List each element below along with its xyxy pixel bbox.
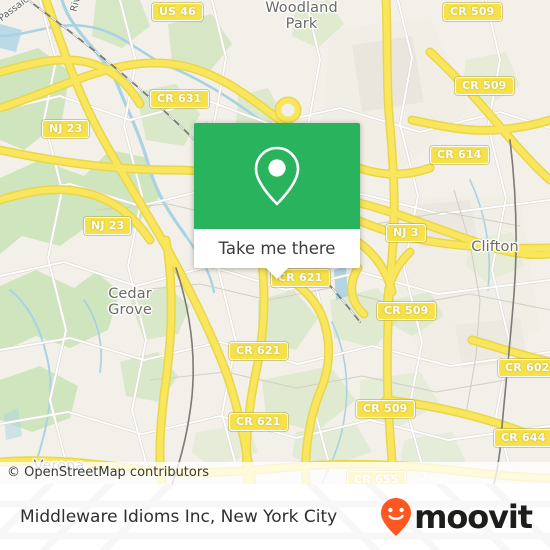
route-shield-cr-509: CR 509 xyxy=(443,3,502,21)
route-shield-cr-621: CR 621 xyxy=(229,342,288,360)
map-screenshot-root: .wtr { fill:#a9d3e4; } .wtrl { stroke:#a… xyxy=(0,0,550,550)
route-shield-us-46: US 46 xyxy=(152,3,203,21)
route-shield-nj-23: NJ 23 xyxy=(84,217,132,235)
footer-bar: Middleware Idioms Inc, New York City moo… xyxy=(0,484,550,550)
map-pin-icon xyxy=(254,146,300,206)
route-shield-cr-614: CR 614 xyxy=(430,146,489,164)
take-me-there-button[interactable]: Take me there xyxy=(194,229,360,268)
route-shield-nj-3: NJ 3 xyxy=(386,224,426,242)
route-shield-cr-631: CR 631 xyxy=(150,90,209,108)
map-attribution: © OpenStreetMap contributors xyxy=(0,462,550,484)
route-shield-nj-23: NJ 23 xyxy=(42,120,90,138)
take-me-there-label: Take me there xyxy=(218,239,336,258)
location-callout[interactable]: Take me there xyxy=(194,123,360,279)
route-shield-cr-509: CR 509 xyxy=(356,400,415,418)
route-shield-cr-509: CR 509 xyxy=(377,302,436,320)
route-shield-cr-621: CR 621 xyxy=(229,413,288,431)
moovit-wordmark: moovit xyxy=(414,498,533,536)
route-shield-cr-602: CR 602 xyxy=(498,359,550,377)
route-shield-cr-509: CR 509 xyxy=(455,77,514,95)
moovit-logo[interactable]: moovit xyxy=(379,497,533,537)
callout-pointer-tail xyxy=(266,268,288,279)
callout-pin-panel xyxy=(194,123,360,229)
page-title: Middleware Idioms Inc, New York City xyxy=(20,507,338,527)
route-shield-cr-644: CR 644 xyxy=(494,429,550,447)
moovit-pin-icon xyxy=(381,498,412,536)
